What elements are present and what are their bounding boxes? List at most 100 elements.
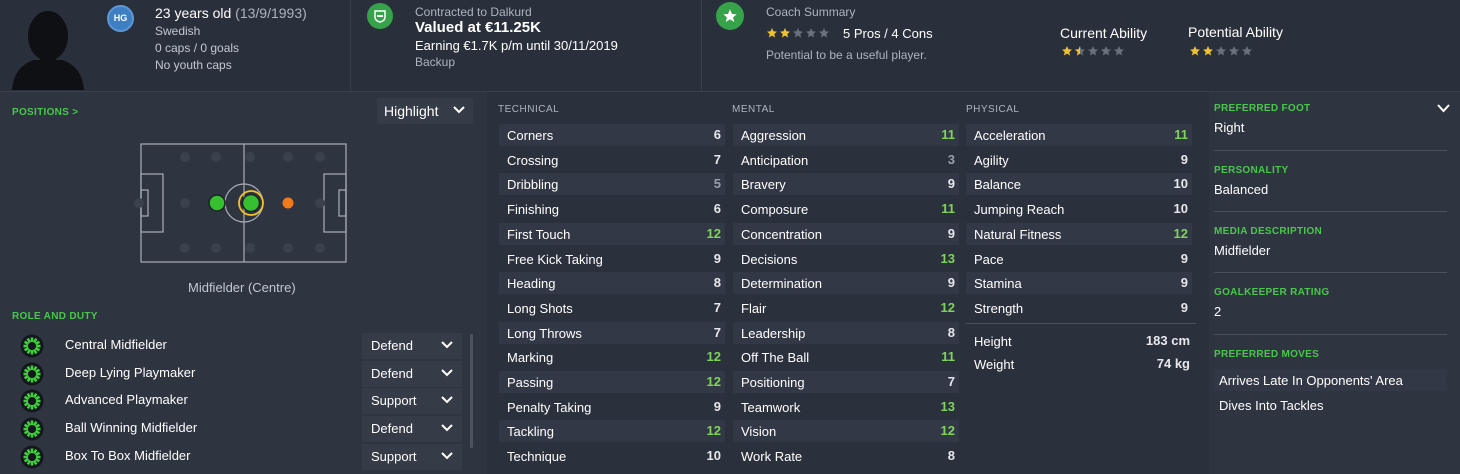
attribute-row[interactable]: Decisions 13	[733, 248, 959, 270]
attribute-row[interactable]: Off The Ball 11	[733, 346, 959, 368]
attribute-row[interactable]: Dribbling 5	[499, 173, 725, 196]
attribute-value: 7	[713, 151, 721, 167]
header-divider	[350, 0, 351, 92]
attribute-name: Stamina	[974, 276, 1022, 292]
role-name: Advanced Playmaker	[65, 392, 188, 408]
attribute-row[interactable]: Tackling 12	[499, 420, 725, 443]
attribute-value: 9	[947, 225, 955, 241]
attribute-row[interactable]: Stamina 9	[966, 272, 1192, 295]
attribute-value: 8	[713, 275, 721, 291]
attribute-row[interactable]: Composure 11	[733, 198, 959, 220]
attribute-value: 11	[941, 127, 955, 142]
duty-dropdown[interactable]: Support	[362, 388, 462, 415]
personality-label: PERSONALITY	[1214, 165, 1289, 176]
attribute-row[interactable]: Anticipation 3	[733, 149, 959, 171]
attribute-value: 9	[1180, 250, 1188, 266]
attribute-row[interactable]: Acceleration 11	[966, 124, 1192, 146]
chevron-down-icon[interactable]	[1437, 104, 1450, 113]
attribute-row[interactable]: Long Shots 7	[499, 297, 725, 319]
potential-ability-stars	[1189, 45, 1253, 57]
potential-text: Potential to be a useful player.	[766, 48, 927, 62]
attribute-value: 6	[713, 201, 721, 217]
attribute-name: Concentration	[741, 226, 822, 242]
attribute-name: Vision	[741, 424, 777, 440]
duty-label: Defend	[371, 421, 413, 437]
duty-dropdown[interactable]: Defend	[362, 360, 462, 387]
role-duty-title: ROLE AND DUTY	[12, 311, 98, 322]
attribute-value: 9	[713, 398, 721, 414]
attribute-value: 9	[1180, 275, 1188, 291]
pros-cons[interactable]: 5 Pros / 4 Cons	[843, 26, 933, 41]
potential-ability-label: Potential Ability	[1188, 24, 1283, 40]
attribute-row[interactable]: Positioning 7	[733, 371, 959, 393]
attribute-row[interactable]: First Touch 12	[499, 222, 725, 245]
attribute-row[interactable]: Penalty Taking 9	[499, 396, 725, 418]
duty-dropdown[interactable]: Defend	[362, 416, 462, 443]
attribute-row[interactable]: Jumping Reach 10	[966, 198, 1192, 220]
player-value: Valued at €11.25K	[415, 19, 541, 36]
attribute-row[interactable]: Corners 6	[499, 124, 725, 146]
attribute-name: Aggression	[741, 128, 807, 143]
attribute-row[interactable]: Agility 9	[966, 149, 1192, 171]
divider	[966, 323, 1196, 324]
player-age: 23 years old (13/9/1993)	[155, 5, 307, 21]
list-item: Arrives Late In Opponents' Area	[1214, 369, 1446, 391]
attribute-value: 9	[1180, 151, 1188, 167]
divider	[1214, 272, 1447, 273]
role-row[interactable]: Central Midfielder Defend	[20, 333, 470, 359]
player-silhouette	[12, 11, 84, 90]
star-full-icon	[780, 28, 790, 38]
attribute-row[interactable]: Bravery 9	[733, 173, 959, 196]
divider	[1214, 211, 1447, 212]
attribute-row[interactable]: Long Throws 7	[499, 321, 725, 344]
attribute-value: 10	[1173, 176, 1188, 192]
attribute-row[interactable]: Heading 8	[499, 272, 725, 295]
attribute-row[interactable]: Aggression 11	[733, 124, 959, 146]
attribute-row[interactable]: Vision 12	[733, 420, 959, 443]
attribute-value: 5	[713, 176, 721, 192]
attribute-row[interactable]: Crossing 7	[499, 149, 725, 171]
duty-label: Defend	[371, 338, 413, 353]
attribute-row[interactable]: Technique 10	[499, 445, 725, 467]
positions-link[interactable]: POSITIONS >	[12, 107, 78, 118]
attribute-name: Passing	[507, 375, 554, 390]
media-description: Midfielder	[1214, 243, 1271, 258]
role-name: Box To Box Midfielder	[65, 447, 191, 463]
attribute-row[interactable]: Passing 12	[499, 371, 725, 393]
attribute-row[interactable]: Work Rate 8	[733, 445, 959, 467]
chevron-down-icon	[441, 452, 453, 460]
physical-title: PHYSICAL	[966, 104, 1020, 115]
attribute-row[interactable]: Strength 9	[966, 297, 1192, 319]
attribute-row[interactable]: Teamwork 13	[733, 396, 959, 418]
attribute-row[interactable]: Leadership 8	[733, 321, 959, 344]
role-row[interactable]: Box To Box Midfielder Support	[20, 443, 470, 470]
chevron-down-icon	[441, 424, 453, 432]
duty-label: Defend	[371, 365, 413, 381]
half-star-icon	[1075, 46, 1085, 56]
role-row[interactable]: Deep Lying Playmaker Defend	[20, 360, 470, 387]
roles-scrollbar[interactable]	[470, 334, 473, 448]
attribute-name: Acceleration	[974, 128, 1046, 143]
attribute-row[interactable]: Finishing 6	[499, 198, 725, 220]
attribute-row[interactable]: Free Kick Taking 9	[499, 248, 725, 270]
attribute-row[interactable]: Concentration 9	[733, 222, 959, 245]
attribute-row[interactable]: Flair 12	[733, 297, 959, 319]
attribute-row[interactable]: Natural Fitness 12	[966, 222, 1192, 245]
attribute-row[interactable]: Marking 12	[499, 346, 725, 368]
attribute-value: 9	[713, 250, 721, 266]
duty-dropdown[interactable]: Support	[362, 443, 462, 470]
attribute-row[interactable]: Balance 10	[966, 173, 1192, 196]
header-divider	[701, 0, 702, 92]
chevron-down-icon	[441, 396, 453, 404]
attribute-row[interactable]: Determination 9	[733, 272, 959, 295]
squad-status: Backup	[415, 55, 456, 69]
duty-dropdown[interactable]: Defend	[362, 333, 462, 359]
attribute-name: Off The Ball	[741, 350, 810, 366]
attribute-name: Determination	[741, 276, 822, 292]
role-row[interactable]: Advanced Playmaker Support	[20, 388, 470, 415]
attribute-row[interactable]: Pace 9	[966, 248, 1192, 270]
role-row[interactable]: Ball Winning Midfielder Defend	[20, 416, 470, 443]
star-empty-icon	[1114, 46, 1124, 56]
attribute-name: First Touch	[507, 226, 571, 242]
highlight-dropdown[interactable]: Highlight	[377, 98, 473, 124]
